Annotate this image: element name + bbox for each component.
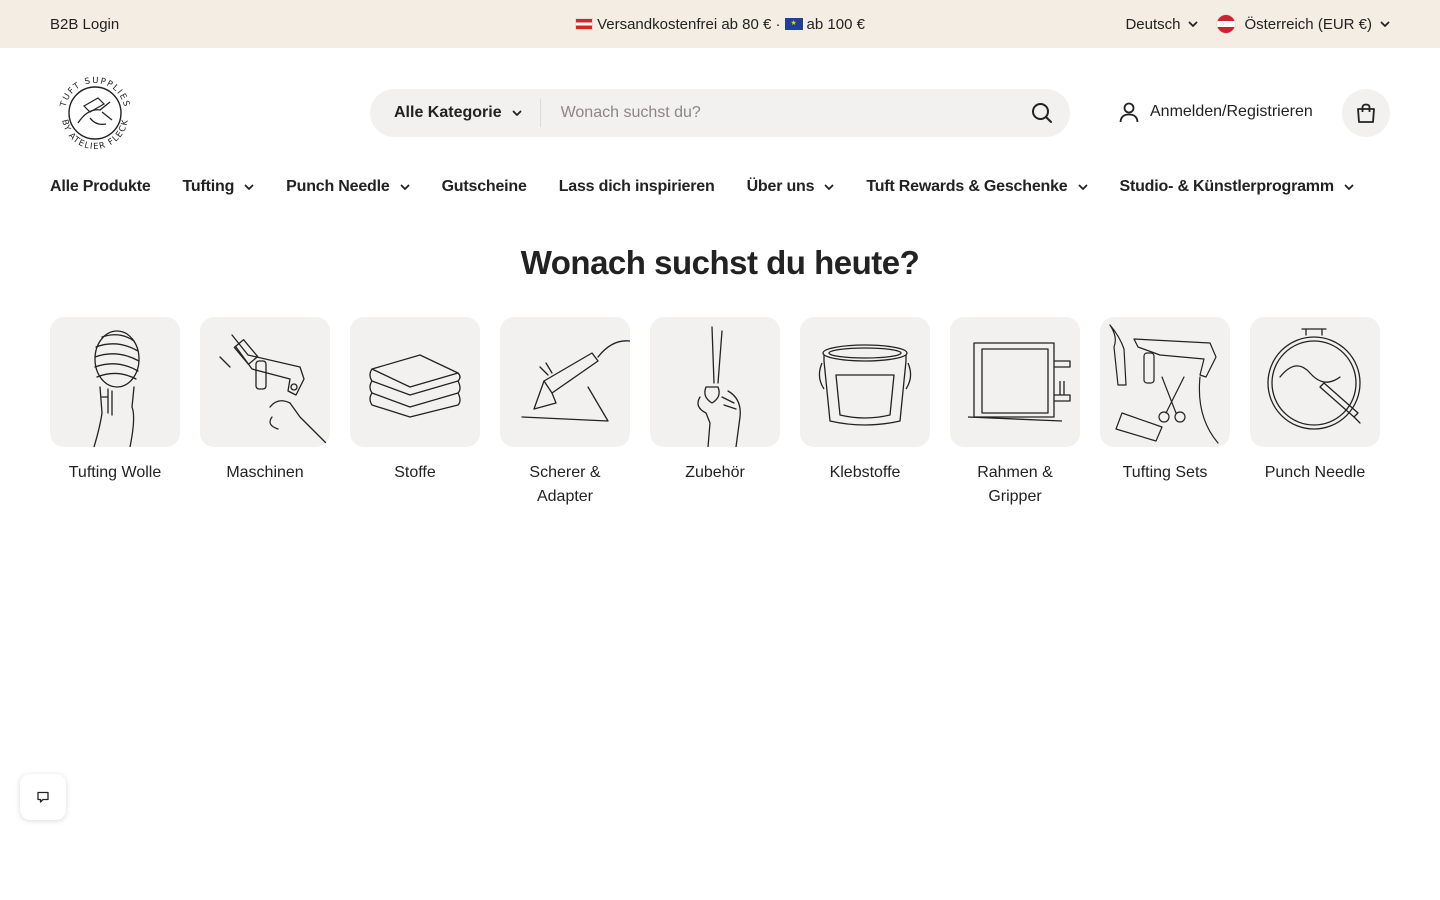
svg-text:TUFT SUPPLIES: TUFT SUPPLIES (58, 76, 131, 109)
category-tufting-sets[interactable]: Tufting Sets (1100, 317, 1230, 509)
scissors-hand-icon (697, 326, 741, 447)
frame-icon (967, 342, 1071, 422)
page-title: Wonach suchst du heute? (520, 244, 920, 281)
nav-item-ueber-uns[interactable]: Über uns (747, 178, 835, 196)
category-label: Stoffe (394, 464, 436, 481)
chat-button[interactable] (20, 774, 66, 820)
shearer-icon (521, 340, 630, 422)
fabric-stack-icon (369, 354, 461, 418)
chevron-down-icon (1344, 184, 1354, 190)
category-grid: Tufting Wolle Maschinen Stoffe Scherer &… (50, 317, 1380, 509)
user-icon (1119, 102, 1139, 123)
category-label: Rahmen & Gripper (977, 464, 1053, 505)
category-scherer-adapter[interactable]: Scherer & Adapter (500, 317, 630, 509)
category-label: Tufting Sets (1122, 464, 1208, 481)
category-label: Tufting Wolle (68, 464, 162, 481)
announce-text-austria: Versandkostenfrei ab 80 € · (597, 15, 781, 33)
category-label: Zubehör (685, 464, 745, 481)
austria-flag-icon (575, 18, 594, 30)
category-label: Maschinen (226, 464, 304, 481)
nav-item-studio-programm[interactable]: Studio- & Künstlerprogramm (1120, 178, 1354, 196)
austria-flag-icon (1216, 14, 1237, 34)
search-category-dropdown[interactable]: Alle Kategorie (370, 99, 541, 127)
account-label: Anmelden/Registrieren (1150, 103, 1313, 120)
cart-button[interactable] (1342, 89, 1390, 137)
search-input[interactable] (540, 104, 1014, 122)
search-button[interactable] (1014, 89, 1070, 137)
chevron-down-icon (1078, 184, 1087, 190)
country-label: Österreich (EUR €) (1244, 15, 1372, 33)
nav-item-tufting[interactable]: Tufting (183, 178, 255, 196)
category-label: Punch Needle (1264, 464, 1366, 481)
eu-flag-icon (784, 18, 803, 30)
b2b-login-link[interactable]: B2B Login (50, 16, 119, 33)
country-selector[interactable]: Österreich (EUR €) (1216, 14, 1390, 34)
category-punch-needle[interactable]: Punch Needle (1250, 317, 1380, 509)
chevron-down-icon (512, 110, 521, 116)
nav-item-rewards[interactable]: Tuft Rewards & Geschenke (866, 178, 1087, 196)
category-klebstoffe[interactable]: Klebstoffe (800, 317, 930, 509)
search-bar: Alle Kategorie (370, 89, 1070, 137)
yarn-hand-icon (93, 330, 140, 447)
site-header: TUFT SUPPLIES BY ATELIER FLECK Alle Kate… (0, 48, 1440, 178)
nav-item-alle-produkte[interactable]: Alle Produkte (50, 178, 151, 196)
search-category-label: Alle Kategorie (394, 104, 502, 121)
category-zubehoer[interactable]: Zubehör (650, 317, 780, 509)
announce-text-eu: ab 100 € (806, 15, 865, 33)
chevron-down-icon (1380, 21, 1390, 27)
chevron-down-icon (824, 184, 834, 190)
store-logo[interactable]: TUFT SUPPLIES BY ATELIER FLECK (50, 68, 140, 158)
nav-item-punch-needle[interactable]: Punch Needle (286, 178, 409, 196)
embroidery-hoop-icon (1267, 328, 1361, 430)
account-link[interactable]: Anmelden/Registrieren (1118, 101, 1313, 123)
category-tufting-wolle[interactable]: Tufting Wolle (50, 317, 180, 509)
category-label: Klebstoffe (829, 464, 901, 481)
category-stoffe[interactable]: Stoffe (350, 317, 480, 509)
category-maschinen[interactable]: Maschinen (200, 317, 330, 509)
chevron-down-icon (1189, 21, 1198, 27)
category-label: Scherer & Adapter (529, 464, 601, 505)
main-navigation: Alle Produkte Tufting Punch Needle Gutsc… (50, 178, 1354, 196)
shopping-bag-icon (1357, 103, 1375, 123)
nav-item-gutscheine[interactable]: Gutscheine (442, 178, 527, 196)
chevron-down-icon (400, 184, 409, 190)
glue-bucket-icon (818, 344, 912, 426)
tufting-gun-icon (219, 334, 329, 446)
nav-item-inspiration[interactable]: Lass dich inspirieren (559, 178, 715, 196)
chevron-down-icon (244, 184, 254, 190)
search-icon (1032, 103, 1052, 123)
chat-bubble-icon (37, 791, 49, 803)
language-selector[interactable]: Deutsch (1125, 16, 1198, 33)
category-rahmen-gripper[interactable]: Rahmen & Gripper (950, 317, 1080, 509)
announcement-bar: B2B Login Versandkostenfrei ab 80 € · ab… (0, 0, 1440, 48)
language-label: Deutsch (1125, 15, 1181, 33)
tufting-set-icon (1109, 324, 1219, 444)
